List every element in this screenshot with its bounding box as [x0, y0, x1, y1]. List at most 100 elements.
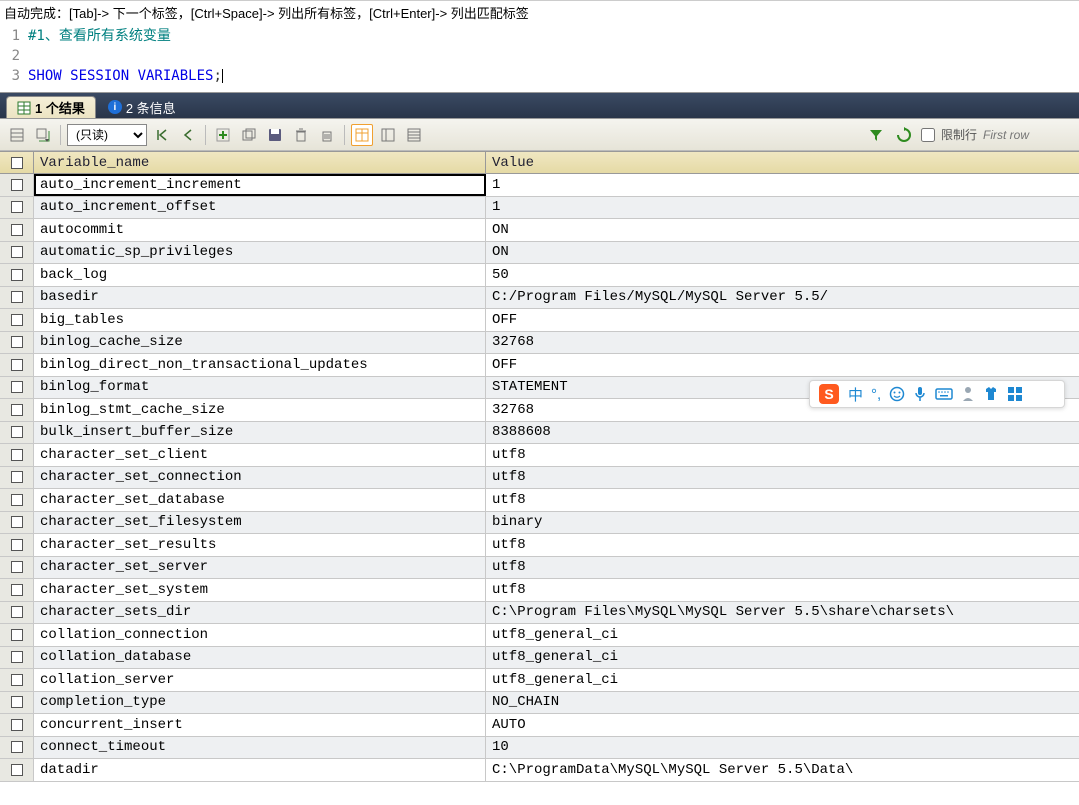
cell-value[interactable]: utf8	[486, 467, 1079, 489]
row-checkbox-cell[interactable]	[0, 512, 34, 534]
ime-shirt-icon[interactable]	[983, 386, 999, 402]
cell-variable-name[interactable]: big_tables	[34, 309, 486, 331]
cell-value[interactable]: 1	[486, 197, 1079, 219]
cell-value[interactable]: utf8	[486, 489, 1079, 511]
cell-variable-name[interactable]: character_set_filesystem	[34, 512, 486, 534]
row-checkbox-cell[interactable]	[0, 309, 34, 331]
nav-prev-button[interactable]	[177, 124, 199, 146]
row-checkbox-cell[interactable]	[0, 399, 34, 421]
row-checkbox-cell[interactable]	[0, 579, 34, 601]
nav-first-button[interactable]	[151, 124, 173, 146]
cell-variable-name[interactable]: automatic_sp_privileges	[34, 242, 486, 264]
limit-rows-checkbox[interactable]	[921, 128, 935, 142]
row-checkbox-cell[interactable]	[0, 602, 34, 624]
row-checkbox-cell[interactable]	[0, 714, 34, 736]
table-row[interactable]: back_log50	[0, 264, 1079, 287]
table-row[interactable]: auto_increment_increment1	[0, 174, 1079, 197]
cell-value[interactable]: NO_CHAIN	[486, 692, 1079, 714]
cell-value[interactable]: 10	[486, 737, 1079, 759]
row-checkbox-cell[interactable]	[0, 219, 34, 241]
table-row[interactable]: completion_typeNO_CHAIN	[0, 692, 1079, 715]
cell-value[interactable]: ON	[486, 242, 1079, 264]
table-row[interactable]: character_set_clientutf8	[0, 444, 1079, 467]
row-checkbox-cell[interactable]	[0, 197, 34, 219]
cell-value[interactable]: 50	[486, 264, 1079, 286]
row-checkbox-cell[interactable]	[0, 354, 34, 376]
ime-mic-icon[interactable]	[913, 386, 927, 402]
cell-variable-name[interactable]: collation_connection	[34, 624, 486, 646]
duplicate-row-button[interactable]	[238, 124, 260, 146]
cell-value[interactable]: utf8_general_ci	[486, 669, 1079, 691]
cell-variable-name[interactable]: character_sets_dir	[34, 602, 486, 624]
ime-toolbar[interactable]: S 中 °,	[809, 380, 1065, 408]
row-checkbox-cell[interactable]	[0, 647, 34, 669]
cell-variable-name[interactable]: collation_server	[34, 669, 486, 691]
table-row[interactable]: character_set_filesystembinary	[0, 512, 1079, 535]
table-row[interactable]: character_set_serverutf8	[0, 557, 1079, 580]
table-row[interactable]: binlog_direct_non_transactional_updatesO…	[0, 354, 1079, 377]
row-checkbox-cell[interactable]	[0, 422, 34, 444]
cell-variable-name[interactable]: character_set_client	[34, 444, 486, 466]
save-button[interactable]	[264, 124, 286, 146]
cell-variable-name[interactable]: character_set_results	[34, 534, 486, 556]
header-checkbox-cell[interactable]	[0, 152, 34, 173]
clear-button[interactable]	[316, 124, 338, 146]
row-checkbox-cell[interactable]	[0, 264, 34, 286]
ime-person-icon[interactable]	[961, 386, 975, 402]
cell-variable-name[interactable]: binlog_format	[34, 377, 486, 399]
view-mode-2-button[interactable]	[377, 124, 399, 146]
row-checkbox-cell[interactable]	[0, 557, 34, 579]
cell-value[interactable]: utf8	[486, 579, 1079, 601]
cell-variable-name[interactable]: connect_timeout	[34, 737, 486, 759]
edit-mode-select[interactable]: (只读)	[67, 124, 147, 146]
table-row[interactable]: datadirC:\ProgramData\MySQL\MySQL Server…	[0, 759, 1079, 782]
cell-value[interactable]: utf8	[486, 557, 1079, 579]
export-dropdown-button[interactable]	[32, 124, 54, 146]
table-row[interactable]: basedirC:/Program Files/MySQL/MySQL Serv…	[0, 287, 1079, 310]
cell-variable-name[interactable]: datadir	[34, 759, 486, 781]
table-row[interactable]: autocommitON	[0, 219, 1079, 242]
column-header-variable-name[interactable]: Variable_name	[34, 152, 486, 173]
table-row[interactable]: binlog_cache_size32768	[0, 332, 1079, 355]
row-checkbox-cell[interactable]	[0, 287, 34, 309]
first-row-input[interactable]	[983, 128, 1073, 142]
table-row[interactable]: character_sets_dirC:\Program Files\MySQL…	[0, 602, 1079, 625]
table-row[interactable]: bulk_insert_buffer_size8388608	[0, 422, 1079, 445]
table-row[interactable]: automatic_sp_privilegesON	[0, 242, 1079, 265]
cell-variable-name[interactable]: collation_database	[34, 647, 486, 669]
filter-button[interactable]	[865, 124, 887, 146]
row-checkbox-cell[interactable]	[0, 534, 34, 556]
table-row[interactable]: character_set_databaseutf8	[0, 489, 1079, 512]
ime-face-icon[interactable]	[889, 386, 905, 402]
ime-apps-icon[interactable]	[1007, 386, 1023, 402]
cell-variable-name[interactable]: character_set_system	[34, 579, 486, 601]
ime-lang-indicator[interactable]: 中	[848, 384, 863, 405]
cell-value[interactable]: 8388608	[486, 422, 1079, 444]
cell-variable-name[interactable]: concurrent_insert	[34, 714, 486, 736]
cell-variable-name[interactable]: basedir	[34, 287, 486, 309]
cell-value[interactable]: C:\Program Files\MySQL\MySQL Server 5.5\…	[486, 602, 1079, 624]
tab-messages[interactable]: i 2 条信息	[98, 96, 186, 118]
cell-value[interactable]: utf8_general_ci	[486, 647, 1079, 669]
ime-keyboard-icon[interactable]	[935, 387, 953, 401]
table-row[interactable]: concurrent_insertAUTO	[0, 714, 1079, 737]
refresh-button[interactable]	[893, 124, 915, 146]
row-checkbox-cell[interactable]	[0, 737, 34, 759]
cell-value[interactable]: OFF	[486, 309, 1079, 331]
row-checkbox-cell[interactable]	[0, 332, 34, 354]
add-row-button[interactable]	[212, 124, 234, 146]
cell-value[interactable]: 32768	[486, 332, 1079, 354]
row-checkbox-cell[interactable]	[0, 467, 34, 489]
cell-variable-name[interactable]: autocommit	[34, 219, 486, 241]
cell-variable-name[interactable]: completion_type	[34, 692, 486, 714]
row-checkbox-cell[interactable]	[0, 624, 34, 646]
cell-value[interactable]: C:\ProgramData\MySQL\MySQL Server 5.5\Da…	[486, 759, 1079, 781]
row-checkbox-cell[interactable]	[0, 692, 34, 714]
cell-variable-name[interactable]: auto_increment_increment	[34, 174, 486, 196]
row-checkbox-cell[interactable]	[0, 377, 34, 399]
cell-value[interactable]: utf8	[486, 444, 1079, 466]
view-mode-1-button[interactable]	[351, 124, 373, 146]
row-checkbox-cell[interactable]	[0, 489, 34, 511]
table-row[interactable]: collation_serverutf8_general_ci	[0, 669, 1079, 692]
cell-variable-name[interactable]: character_set_server	[34, 557, 486, 579]
